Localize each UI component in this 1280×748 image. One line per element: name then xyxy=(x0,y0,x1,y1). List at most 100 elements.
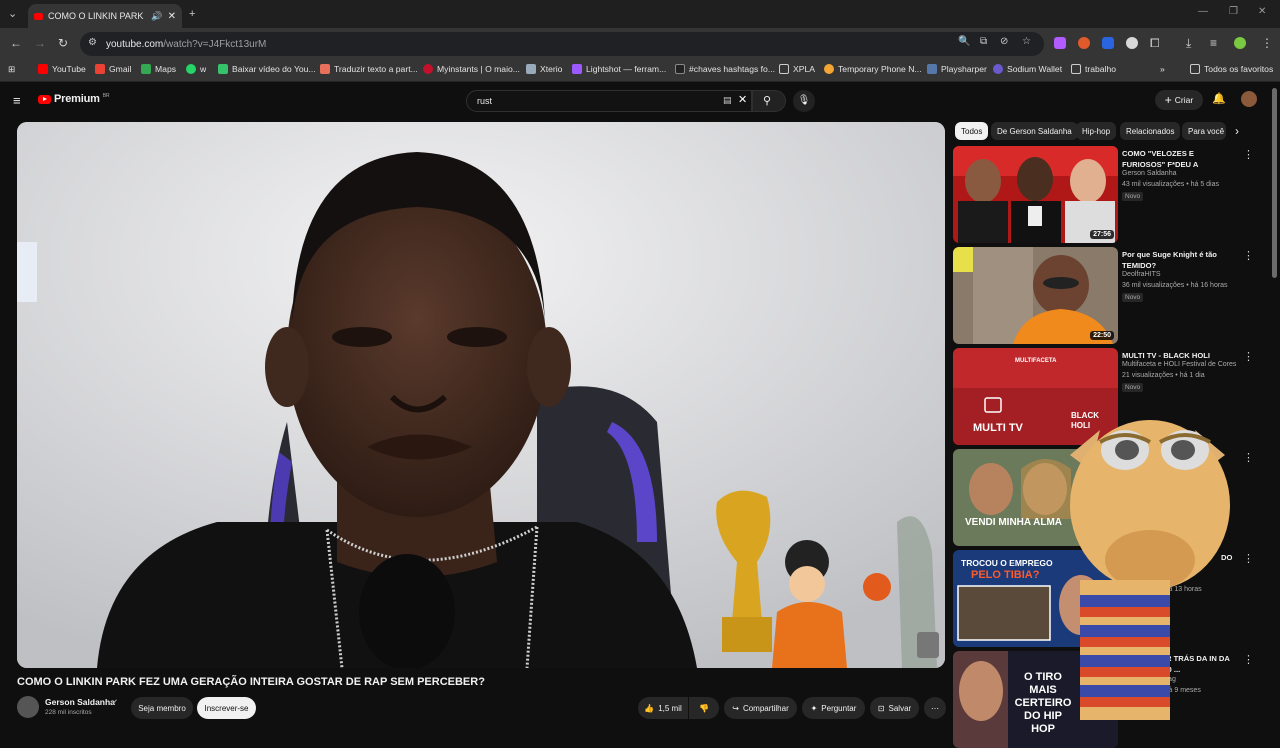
bookmark-baixar-video[interactable]: Baixar vídeo do You... xyxy=(218,64,316,74)
voice-search-mic-icon[interactable]: 🎙 xyxy=(793,90,815,112)
verified-check-icon: ✔ xyxy=(112,699,118,706)
bookmark-sodium-wallet[interactable]: Sodium Wallet xyxy=(993,64,1062,74)
recommendation-menu-icon[interactable]: ⋮ xyxy=(1243,148,1254,161)
tab-close-icon[interactable]: ✕ xyxy=(168,11,176,22)
video-player[interactable] xyxy=(17,122,945,668)
save-button[interactable]: ⊡ Salvar xyxy=(870,697,919,719)
recommendation-thumbnail[interactable]: 22:50 xyxy=(953,247,1118,344)
chip-hip-hop[interactable]: Hip-hop xyxy=(1076,122,1117,140)
minimize-icon[interactable]: — xyxy=(1198,6,1208,17)
hamburger-menu-icon[interactable]: ≡ xyxy=(13,93,21,108)
apps-grid-icon[interactable]: ⊞ xyxy=(8,64,15,75)
bookmarks-overflow-icon[interactable]: » xyxy=(1160,64,1165,74)
bookmark-folder-xpla[interactable]: XPLA xyxy=(779,64,815,74)
back-icon[interactable]: ← xyxy=(10,36,22,50)
youtube-masthead: ≡ Premium BR rust ▤ ✕ ⚲ 🎙 + Criar 🔔 xyxy=(0,84,1280,118)
account-avatar[interactable] xyxy=(1241,91,1257,107)
chrome-extension-icon[interactable] xyxy=(1126,37,1138,49)
profile-avatar-icon[interactable] xyxy=(1234,37,1246,49)
channel-name[interactable]: Gerson Saldanha xyxy=(45,697,115,707)
bookmark-lightshot[interactable]: Lightshot — ferram... xyxy=(572,64,666,74)
media-queue-icon[interactable]: ≡ xyxy=(1210,36,1217,50)
like-button[interactable]: 👍 1,5 mil xyxy=(638,697,688,719)
notifications-bell-icon[interactable]: 🔔 xyxy=(1212,92,1226,105)
recommendation-menu-icon[interactable]: ⋮ xyxy=(1243,249,1254,262)
join-member-button[interactable]: Seja membro xyxy=(131,697,193,719)
save-bookmark-icon: ⊡ xyxy=(877,703,885,713)
recommendation-menu-icon[interactable]: ⋮ xyxy=(1243,451,1254,464)
recommendation-title[interactable]: Por que Suge Knight é tão TEMIDO? xyxy=(1122,249,1238,271)
search-input[interactable]: rust xyxy=(466,90,752,112)
thumb-tibia-text: PELO TIBIA? xyxy=(971,569,1040,581)
chips-next-chevron-icon[interactable]: › xyxy=(1235,124,1239,138)
bookmark-myinstants[interactable]: Myinstants | O maio... xyxy=(423,64,520,74)
bookmark-star-icon[interactable]: ☆ xyxy=(1022,36,1031,47)
window-close-icon[interactable]: ✕ xyxy=(1258,6,1266,17)
bookmark-playsharper[interactable]: Playsharper xyxy=(927,64,987,74)
download-extension-icon[interactable] xyxy=(1054,37,1066,49)
all-bookmarks-folder[interactable]: Todos os favoritos xyxy=(1190,64,1273,74)
thumbnail-image xyxy=(953,247,1118,344)
youtube-logo[interactable]: Premium BR xyxy=(38,93,110,105)
chip-para-voce[interactable]: Para você xyxy=(1182,122,1226,140)
recommendation-meta: 21 visualizações • há 1 dia xyxy=(1122,372,1205,379)
chip-de-gerson-saldanha[interactable]: De Gerson Saldanha xyxy=(991,122,1078,140)
bookmark-gmail[interactable]: Gmail xyxy=(95,64,131,74)
plus-icon: + xyxy=(1164,93,1172,107)
chip-todos[interactable]: Todos xyxy=(955,122,989,140)
zoom-icon[interactable]: 🔍 xyxy=(958,36,970,47)
reload-icon[interactable]: ↻ xyxy=(58,36,68,50)
recommendation-channel[interactable]: Gerson Saldanha xyxy=(1122,170,1176,177)
recommendation-meta: 43 mil visualizações • há 5 dias xyxy=(1122,181,1219,188)
tab-list-chevron-icon[interactable]: ⌄ xyxy=(8,7,17,21)
address-bar[interactable]: ⚙ youtube.com/watch?v=J4Fkct13urM 🔍 ⧉ ⊘ … xyxy=(80,32,1044,56)
bookmark-temporary-phone[interactable]: Temporary Phone N... xyxy=(824,64,922,74)
extensions-puzzle-icon[interactable]: ⧠ xyxy=(1150,36,1160,50)
browser-tab-active[interactable]: COMO O LINKIN PARK FEZ 🔊 ✕ xyxy=(28,4,182,28)
forward-icon[interactable]: → xyxy=(34,36,46,50)
bookmark-whatsapp[interactable]: w xyxy=(186,64,206,74)
recommendation-menu-icon[interactable]: ⋮ xyxy=(1243,552,1254,565)
bookmark-xterio[interactable]: Xterio xyxy=(526,64,562,74)
channel-avatar[interactable] xyxy=(17,696,39,718)
recommendation-menu-icon[interactable]: ⋮ xyxy=(1243,653,1254,666)
thumb-multitv-text: MULTI TV xyxy=(973,422,1023,434)
downloads-icon[interactable]: ⤓ xyxy=(1186,36,1191,50)
keyboard-icon[interactable]: ▤ xyxy=(723,95,732,106)
restore-icon[interactable]: ❐ xyxy=(1229,6,1238,17)
clear-search-icon[interactable]: ✕ xyxy=(738,93,747,106)
subscribe-button[interactable]: Inscrever-se xyxy=(197,697,256,719)
bookmark-folder-trabalho[interactable]: trabalho xyxy=(1071,64,1116,74)
recommendation-title[interactable]: COMO "VELOZES E FURIOSOS" F*DEU A CARREI… xyxy=(1122,148,1238,170)
bookmark-maps[interactable]: Maps xyxy=(141,64,176,74)
more-actions-icon[interactable]: ⋯ xyxy=(924,697,946,719)
create-button[interactable]: + Criar xyxy=(1155,90,1203,110)
site-info-icon[interactable]: ⚙ xyxy=(88,37,97,48)
recommendation-channel[interactable]: Multifaceta e HOLI Festival de Cores xyxy=(1122,361,1236,368)
bookmarks-bar: ⊞ YouTube Gmail Maps w Baixar vídeo do Y… xyxy=(0,60,1280,82)
share-button[interactable]: ↪ Compartilhar xyxy=(724,697,797,719)
eye-off-icon[interactable]: ⊘ xyxy=(1000,36,1008,47)
ask-button[interactable]: ✦ Perguntar xyxy=(802,697,865,719)
audio-playing-icon[interactable]: 🔊 xyxy=(151,11,162,22)
search-button[interactable]: ⚲ xyxy=(752,90,786,112)
thumb-multifaceta-text: MULTIFACETA xyxy=(1015,358,1057,364)
bookmark-traduzir[interactable]: Traduzir texto a part... xyxy=(320,64,418,74)
page-scrollbar[interactable] xyxy=(1272,88,1277,278)
recommendation-title[interactable]: MULTI TV - BLACK HOLI xyxy=(1122,350,1238,361)
sparkle-icon: ✦ xyxy=(810,703,818,713)
recommendation-item[interactable]: 27:56 COMO "VELOZES E FURIOSOS" F*DEU A … xyxy=(953,146,1254,243)
browser-menu-icon[interactable]: ⋮ xyxy=(1261,36,1273,50)
audio-extension-icon[interactable] xyxy=(1102,37,1114,49)
recommendation-item[interactable]: 22:50 Por que Suge Knight é tão TEMIDO? … xyxy=(953,247,1254,344)
recommendation-channel[interactable]: DeolfraHITS xyxy=(1122,271,1161,278)
chip-relacionados[interactable]: Relacionados xyxy=(1120,122,1181,140)
fox-extension-icon[interactable] xyxy=(1078,37,1090,49)
dislike-button[interactable]: 👎 xyxy=(689,697,719,719)
recommendation-thumbnail[interactable]: 27:56 xyxy=(953,146,1118,243)
install-app-icon[interactable]: ⧉ xyxy=(980,36,987,47)
recommendation-menu-icon[interactable]: ⋮ xyxy=(1243,350,1254,363)
new-tab-icon[interactable]: + xyxy=(189,7,195,21)
bookmark-youtube[interactable]: YouTube xyxy=(38,64,86,74)
bookmark-chaves-hashtags[interactable]: #chaves hashtags fo... xyxy=(675,64,775,74)
